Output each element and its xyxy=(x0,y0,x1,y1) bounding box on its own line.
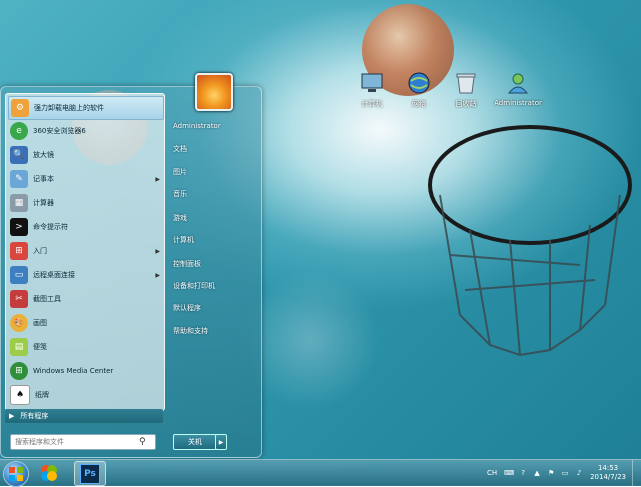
volume-icon[interactable]: ♪ xyxy=(574,468,584,478)
programs-pane: ⚙ 强力卸载电脑上的软件 e 360安全浏览器6 🔍 放大镜 ✎ 记事本 ▶ ▦… xyxy=(5,93,165,411)
desktop-icon-recycle-bin[interactable]: 回收站 xyxy=(436,70,496,109)
photos-app-icon xyxy=(41,464,57,481)
shutdown-button[interactable]: 关机 xyxy=(173,434,217,450)
help-icon[interactable]: ? xyxy=(518,468,528,478)
arrow-right-icon: ▶ xyxy=(9,412,15,420)
show-desktop-button[interactable] xyxy=(632,460,641,486)
paint-icon: 🎨 xyxy=(10,314,28,332)
sticky-notes-icon: ▤ xyxy=(10,338,28,356)
link-user-folder[interactable]: Administrator xyxy=(173,122,221,130)
program-sticky-notes[interactable]: ▤ 便笺 xyxy=(8,336,162,358)
remote-desktop-icon: ▭ xyxy=(10,266,28,284)
snipping-tool-icon: ✂ xyxy=(10,290,28,308)
input-language-indicator[interactable]: CH xyxy=(484,468,500,478)
start-menu: ⚙ 强力卸载电脑上的软件 e 360安全浏览器6 🔍 放大镜 ✎ 记事本 ▶ ▦… xyxy=(0,73,262,458)
program-paint[interactable]: 🎨 画图 xyxy=(8,312,162,334)
program-snipping-tool[interactable]: ✂ 截图工具 xyxy=(8,288,162,310)
solitaire-icon: ♠ xyxy=(10,385,30,405)
windows-logo-icon xyxy=(9,467,23,481)
calculator-icon: ▦ xyxy=(10,194,28,212)
search-icon[interactable]: ⚲ xyxy=(139,437,146,447)
media-center-icon: ⊞ xyxy=(10,362,28,380)
search-box[interactable]: ⚲ xyxy=(10,434,156,450)
submenu-arrow-icon[interactable]: ▶ xyxy=(155,248,160,255)
submenu-arrow-icon[interactable]: ▶ xyxy=(155,272,160,279)
submenu-arrow-icon[interactable]: ▶ xyxy=(155,176,160,183)
action-center-icon[interactable]: ⚑ xyxy=(546,468,556,478)
desktop-icon-label: Administrator xyxy=(494,99,542,107)
program-remote-desktop[interactable]: ▭ 远程桌面连接 ▶ xyxy=(8,264,162,286)
taskbar: Ps CH ⌨ ? ▲ ⚑ ▭ ♪ 14:53 2014/7/23 xyxy=(0,459,641,487)
browser-360-icon: e xyxy=(10,122,28,140)
recycle-bin-icon xyxy=(453,70,479,96)
notepad-icon: ✎ xyxy=(10,170,28,188)
desktop-icon-label: 回收站 xyxy=(455,100,477,108)
link-games[interactable]: 游戏 xyxy=(173,213,187,223)
keyboard-icon[interactable]: ⌨ xyxy=(504,468,514,478)
program-getting-started[interactable]: ⊞ 入门 ▶ xyxy=(8,240,162,262)
program-magnifier[interactable]: 🔍 放大镜 xyxy=(8,144,162,166)
start-button[interactable] xyxy=(3,461,29,487)
program-360-browser[interactable]: e 360安全浏览器6 xyxy=(8,120,162,142)
network-icon xyxy=(406,70,432,96)
program-solitaire[interactable]: ♠ 纸牌 xyxy=(8,384,162,406)
program-media-center[interactable]: ⊞ Windows Media Center xyxy=(8,360,162,382)
link-devices-printers[interactable]: 设备和打印机 xyxy=(173,281,215,291)
clock-date: 2014/7/23 xyxy=(590,473,626,481)
magnifier-icon: 🔍 xyxy=(10,146,28,164)
user-picture[interactable] xyxy=(195,73,233,111)
all-programs-button[interactable]: ▶ 所有程序 xyxy=(5,409,163,423)
computer-icon xyxy=(359,70,385,96)
network-status-icon[interactable]: ▭ xyxy=(560,468,570,478)
system-tray: CH ⌨ ? ▲ ⚑ ▭ ♪ 14:53 2014/7/23 xyxy=(482,460,641,486)
program-calculator[interactable]: ▦ 计算器 xyxy=(8,192,162,214)
clock-time: 14:53 xyxy=(597,464,619,472)
link-music[interactable]: 音乐 xyxy=(173,189,187,199)
uninstaller-icon: ⚙ xyxy=(11,99,29,117)
link-help-support[interactable]: 帮助和支持 xyxy=(173,326,208,336)
search-input[interactable] xyxy=(11,436,139,448)
hoop-wallpaper xyxy=(428,125,632,357)
link-computer[interactable]: 计算机 xyxy=(173,235,194,245)
desktop-icon-administrator[interactable]: Administrator xyxy=(488,70,548,107)
program-notepad[interactable]: ✎ 记事本 ▶ xyxy=(8,168,162,190)
command-prompt-icon: > xyxy=(10,218,28,236)
right-pane: Administrator 文档 图片 音乐 游戏 计算机 控制面板 设备和打印… xyxy=(169,73,259,457)
program-command-prompt[interactable]: > 命令提示符 xyxy=(8,216,162,238)
photoshop-icon: Ps xyxy=(80,463,100,484)
getting-started-icon: ⊞ xyxy=(10,242,28,260)
taskbar-photos-app[interactable] xyxy=(34,461,64,484)
shutdown-options-arrow-icon[interactable]: ▶ xyxy=(215,434,227,450)
user-folder-icon xyxy=(505,70,531,96)
program-uninstaller[interactable]: ⚙ 强力卸载电脑上的软件 xyxy=(8,96,164,120)
link-default-programs[interactable]: 默认程序 xyxy=(173,303,201,313)
link-documents[interactable]: 文档 xyxy=(173,144,187,154)
link-control-panel[interactable]: 控制面板 xyxy=(173,259,201,269)
show-hidden-icons-icon[interactable]: ▲ xyxy=(532,468,542,478)
link-pictures[interactable]: 图片 xyxy=(173,167,187,177)
clock[interactable]: 14:53 2014/7/23 xyxy=(590,464,626,482)
taskbar-photoshop[interactable]: Ps xyxy=(74,461,106,486)
